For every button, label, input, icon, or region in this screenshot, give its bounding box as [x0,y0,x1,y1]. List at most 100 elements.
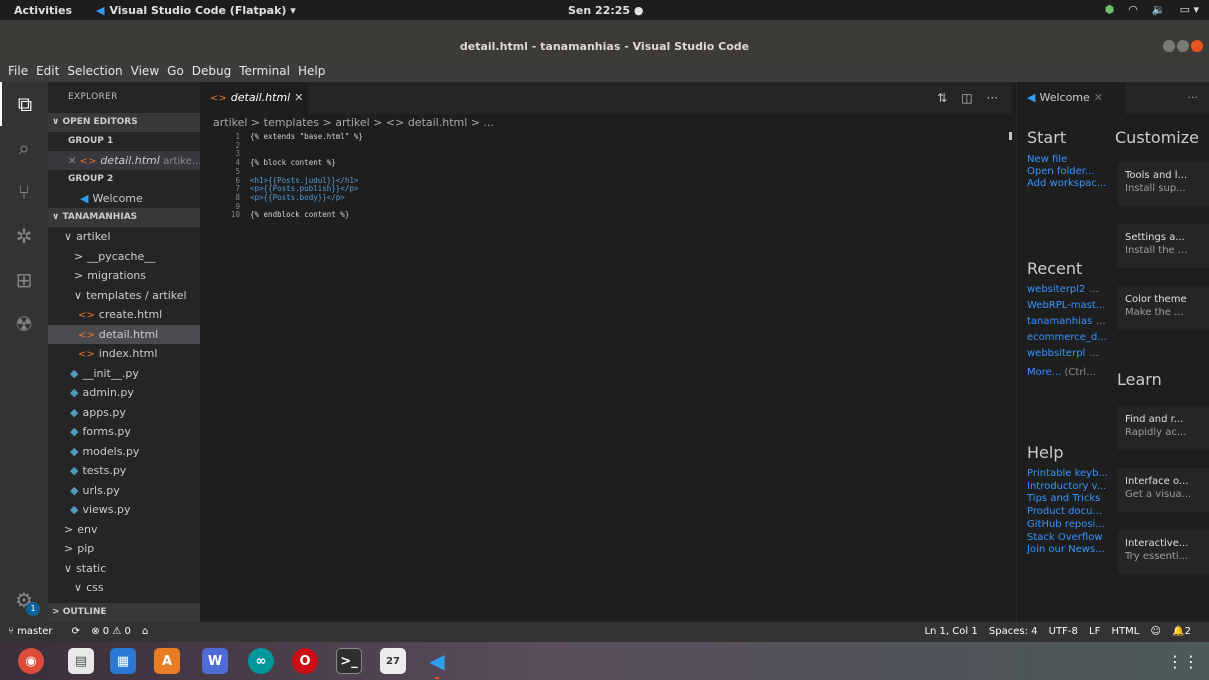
project-header[interactable]: ∨ TANAMANHIAS [48,208,200,227]
learn-card[interactable]: Find and r... Rapidly ac... [1117,406,1209,450]
menu-edit[interactable]: Edit [32,62,63,82]
code-line[interactable]: <h1>{{Posts.judul}}</h1> [250,176,358,185]
compare-icon[interactable]: ⇅ [937,91,947,105]
recent-link[interactable]: ecommerce_d... [1027,332,1111,343]
menu-help[interactable]: Help [294,62,329,82]
more-actions-icon[interactable]: ··· [1188,91,1199,104]
tree-item[interactable]: ◆ __init__.py [48,364,200,383]
manage-gear-icon[interactable]: ⚙ 1 [0,578,48,622]
scrollbar-marker[interactable] [1009,132,1012,140]
customize-card[interactable]: Settings a... Install the ... [1117,224,1209,268]
wps-icon[interactable]: W [202,648,228,674]
code-line[interactable]: {% block content %} [250,158,336,167]
tree-item[interactable]: ◆ forms.py [48,422,200,441]
help-link[interactable]: Introductory v... [1027,481,1106,492]
help-link[interactable]: Product docu... [1027,506,1102,517]
terminal-icon[interactable]: >_ [336,648,362,674]
battery-icon[interactable]: ▭ ▾ [1180,3,1199,16]
tree-item[interactable]: ∨ static [48,559,200,578]
close-icon[interactable]: ✕ [294,91,303,104]
help-link[interactable]: Stack Overflow [1027,532,1103,543]
tree-item[interactable]: <> index.html [48,344,200,363]
app-menu[interactable]: ◀ Visual Studio Code (Flatpak) ▾ [96,4,296,17]
home-icon[interactable]: ⌂ [142,626,148,637]
group1-header[interactable]: GROUP 1 [48,132,200,151]
code-line[interactable]: <p>{{Posts.body}}</p> [250,193,345,202]
open-editor-detail[interactable]: ✕ <> detail.html artike... [48,151,200,170]
more-actions-icon[interactable]: ··· [987,91,998,105]
open-editors-header[interactable]: ∨ OPEN EDITORS [48,113,200,132]
code-line[interactable]: <p>{{Posts.publish}}</p> [250,184,358,193]
language-mode[interactable]: HTML [1112,626,1140,637]
tree-item[interactable]: ◆ tests.py [48,461,200,480]
tab-detail-html[interactable]: <> detail.html ✕ [200,82,308,114]
notifications-icon[interactable]: 🔔2 [1172,626,1191,637]
customize-card[interactable]: Color theme Make the ... [1117,286,1209,330]
files-icon[interactable]: ▤ [68,648,94,674]
code-line[interactable]: {% endblock content %} [250,210,349,219]
tree-item[interactable]: > env [48,520,200,539]
clock[interactable]: Sen 22:25 ● [568,4,644,17]
cursor-position[interactable]: Ln 1, Col 1 [924,626,977,637]
start-link[interactable]: Open folder... [1027,166,1095,177]
writer-icon[interactable]: ▦ [110,648,136,674]
more-recent-link[interactable]: More... (Ctrl... [1027,367,1096,378]
tree-item[interactable]: > __pycache__ [48,247,200,266]
maximize-button[interactable] [1177,40,1189,52]
tree-item[interactable]: ◆ admin.py [48,383,200,402]
calendar-icon[interactable]: 27 [380,648,406,674]
close-icon[interactable]: ✕ [68,156,80,167]
opera-icon[interactable]: O [292,648,318,674]
start-link[interactable]: Add workspac... [1027,178,1106,189]
recent-link[interactable]: tanamanhias... [1027,316,1106,327]
sync-icon[interactable]: ⟳ [72,626,80,637]
tree-item[interactable]: <> detail.html [48,324,200,344]
problems-indicator[interactable]: ⊗ 0 ⚠ 0 [91,626,131,637]
tree-item[interactable]: > migrations [48,266,200,285]
code-editor[interactable]: 1 {% extends "base.html" %} 2 3 4 {% block co… [200,130,1012,622]
branch-indicator[interactable]: ⑂ master [8,626,60,637]
recent-link[interactable]: websiterpl2... [1027,284,1099,295]
tree-item[interactable]: ◆ views.py [48,500,200,519]
chrome-icon[interactable]: ◉ [18,648,44,674]
software-center-icon[interactable]: A [154,648,180,674]
open-editor-welcome[interactable]: ◀ Welcome [48,189,200,208]
feedback-icon[interactable]: ☺ [1151,626,1161,637]
minimize-button[interactable] [1163,40,1175,52]
wifi-icon[interactable]: ◠ [1128,3,1138,16]
outline-header[interactable]: > OUTLINE [48,603,200,622]
tree-item[interactable]: > pip [48,539,200,558]
test-icon[interactable]: ☢ [0,302,48,346]
tree-item[interactable]: ◆ models.py [48,442,200,461]
volume-icon[interactable]: 🔉 [1152,3,1166,16]
menu-debug[interactable]: Debug [188,62,235,82]
breadcrumb[interactable]: artikel > templates > artikel > <> detai… [213,116,494,129]
tree-item[interactable]: <> create.html [48,305,200,324]
tree-item[interactable]: ∨ templates / artikel [48,286,200,305]
shield-icon[interactable]: ⬢ [1105,3,1115,16]
search-icon[interactable]: ⌕ [0,126,48,170]
menu-terminal[interactable]: Terminal [235,62,294,82]
indentation[interactable]: Spaces: 4 [989,626,1038,637]
end-of-line[interactable]: LF [1089,626,1100,637]
start-link[interactable]: New file [1027,154,1067,165]
learn-card[interactable]: Interactive... Try essenti... [1117,530,1209,574]
debug-icon[interactable]: ✲ [0,214,48,258]
help-link[interactable]: Printable keyb... [1027,468,1108,479]
help-link[interactable]: GitHub reposi... [1027,519,1105,530]
menu-go[interactable]: Go [163,62,188,82]
source-control-icon[interactable]: ⑂ [0,170,48,214]
tree-item[interactable]: ∨ artikel [48,227,200,246]
close-button[interactable] [1191,40,1203,52]
learn-card[interactable]: Interface o... Get a visua... [1117,468,1209,512]
menu-file[interactable]: File [4,62,32,82]
vscode-icon[interactable]: ◀ [424,648,450,679]
tree-item[interactable]: ◆ apps.py [48,403,200,422]
activities-button[interactable]: Activities [14,4,72,17]
encoding[interactable]: UTF-8 [1049,626,1078,637]
code-line[interactable]: {% extends "base.html" %} [250,132,363,141]
menu-selection[interactable]: Selection [63,62,126,82]
arduino-icon[interactable]: ∞ [248,648,274,674]
tab-welcome[interactable]: ◀ Welcome ✕ [1017,82,1125,114]
customize-card[interactable]: Tools and l... Install sup... [1117,162,1209,206]
